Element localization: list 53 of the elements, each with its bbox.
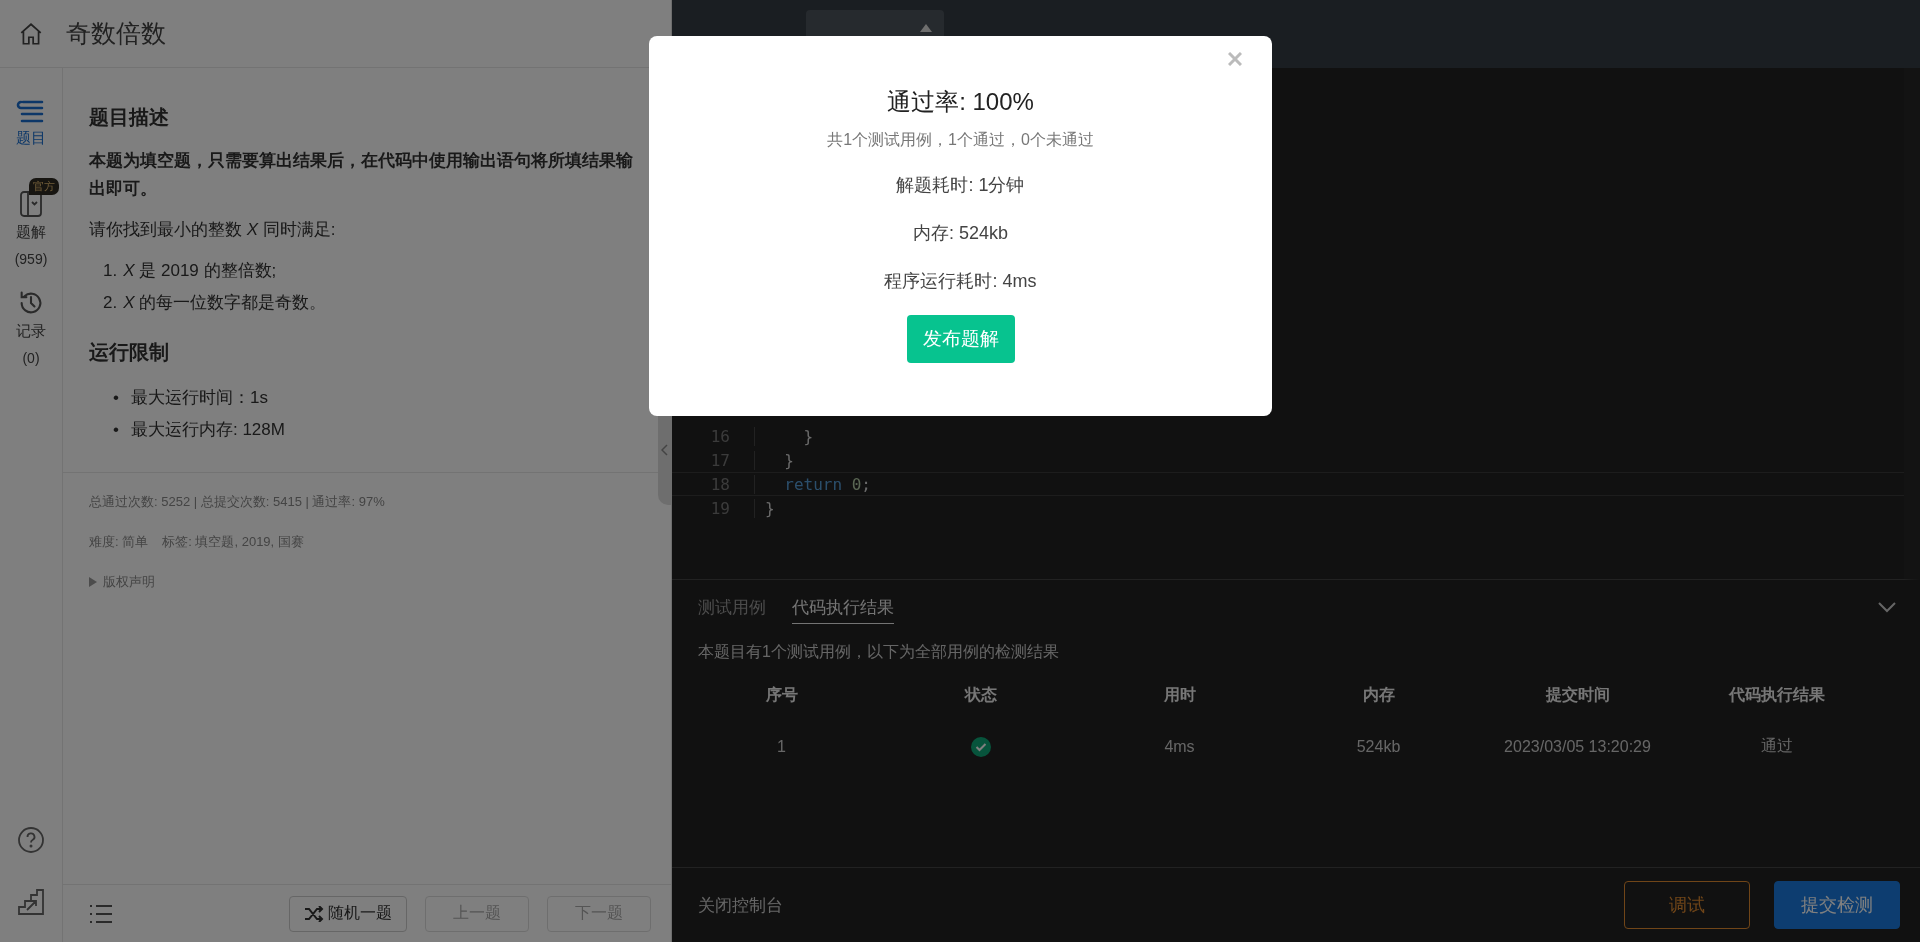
random-problem-button[interactable]: 随机一题 xyxy=(289,895,407,932)
list-icon[interactable] xyxy=(89,903,113,924)
code-line: } xyxy=(754,498,775,518)
column-header: 提交时间 xyxy=(1544,685,1611,705)
code-line: return 0; xyxy=(754,474,871,494)
limit-text: 最大运行内存: 128M xyxy=(130,419,285,441)
result-detail: 解题耗时: 1分钟 xyxy=(896,174,1025,197)
official-badge: 官方 xyxy=(29,178,60,195)
console-tab[interactable]: 测试用例 xyxy=(698,596,766,624)
sidebar-tab[interactable]: 官方 题解 (959) xyxy=(2,178,60,267)
result-detail: 内存: 524kb xyxy=(912,222,1008,245)
shuffle-icon xyxy=(304,905,324,922)
table-cell-text: 通过 xyxy=(1759,736,1794,756)
code-line: } xyxy=(754,450,794,470)
sidebar-tab[interactable]: 题目 xyxy=(14,98,48,148)
help-icon[interactable] xyxy=(17,826,45,854)
table-cell-text: 1 xyxy=(776,737,787,756)
list-number: 1. xyxy=(103,260,118,282)
book-icon xyxy=(19,190,43,218)
condition-text: X 是 2019 的整倍数; xyxy=(123,260,277,282)
column-header: 用时 xyxy=(1162,685,1197,705)
sidebar-tab[interactable]: 记录 (0) xyxy=(14,289,48,366)
table-cell-text: 524kb xyxy=(1355,737,1402,756)
submit-button[interactable]: 提交检测 xyxy=(1774,881,1900,929)
modal-subtitle: 共1个测试用例，1个通过，0个未通过 xyxy=(827,130,1094,150)
page-title: 奇数倍数 xyxy=(66,18,166,49)
section-heading: 题目描述 xyxy=(89,105,170,130)
table-cell-text: 4ms xyxy=(1163,737,1196,756)
publish-solution-button[interactable]: 发布题解 xyxy=(906,315,1015,363)
result-detail: 程序运行耗时: 4ms xyxy=(884,270,1037,293)
column-header: 序号 xyxy=(764,685,799,705)
column-header: 内存 xyxy=(1361,685,1396,705)
chevron-down-icon[interactable] xyxy=(1878,602,1896,613)
debug-button[interactable]: 调试 xyxy=(1624,881,1750,929)
list-icon xyxy=(16,98,46,124)
notice-text: 本题为填空题，只需要算出结果后，在代码中使用输出语句将所填结果输出即可。 xyxy=(89,150,634,200)
bullet: • xyxy=(113,419,119,441)
code-line: } xyxy=(754,426,814,446)
limit-text: 最大运行时间：1s xyxy=(130,387,268,409)
problem-text: 请你找到最小的整数 X 同时满足: xyxy=(89,219,337,241)
column-header: 代码执行结果 xyxy=(1727,685,1826,705)
list-number: 2. xyxy=(103,292,118,314)
stairs-icon[interactable] xyxy=(17,888,45,916)
summary-text: 本题目有1个测试用例，以下为全部用例的检测结果 xyxy=(698,642,1060,662)
column-header: 状态 xyxy=(963,685,998,705)
close-console-link[interactable]: 关闭控制台 xyxy=(698,893,783,917)
section-heading: 运行限制 xyxy=(89,340,170,365)
table-cell-text: 2023/03/05 13:20:29 xyxy=(1503,737,1652,756)
modal-title: 通过率: 100% xyxy=(887,87,1034,117)
console-tab[interactable]: 代码执行结果 xyxy=(792,596,894,624)
condition-text: X 的每一位数字都是奇数。 xyxy=(123,292,327,314)
bullet: • xyxy=(113,387,119,409)
caret-icon xyxy=(920,24,932,32)
